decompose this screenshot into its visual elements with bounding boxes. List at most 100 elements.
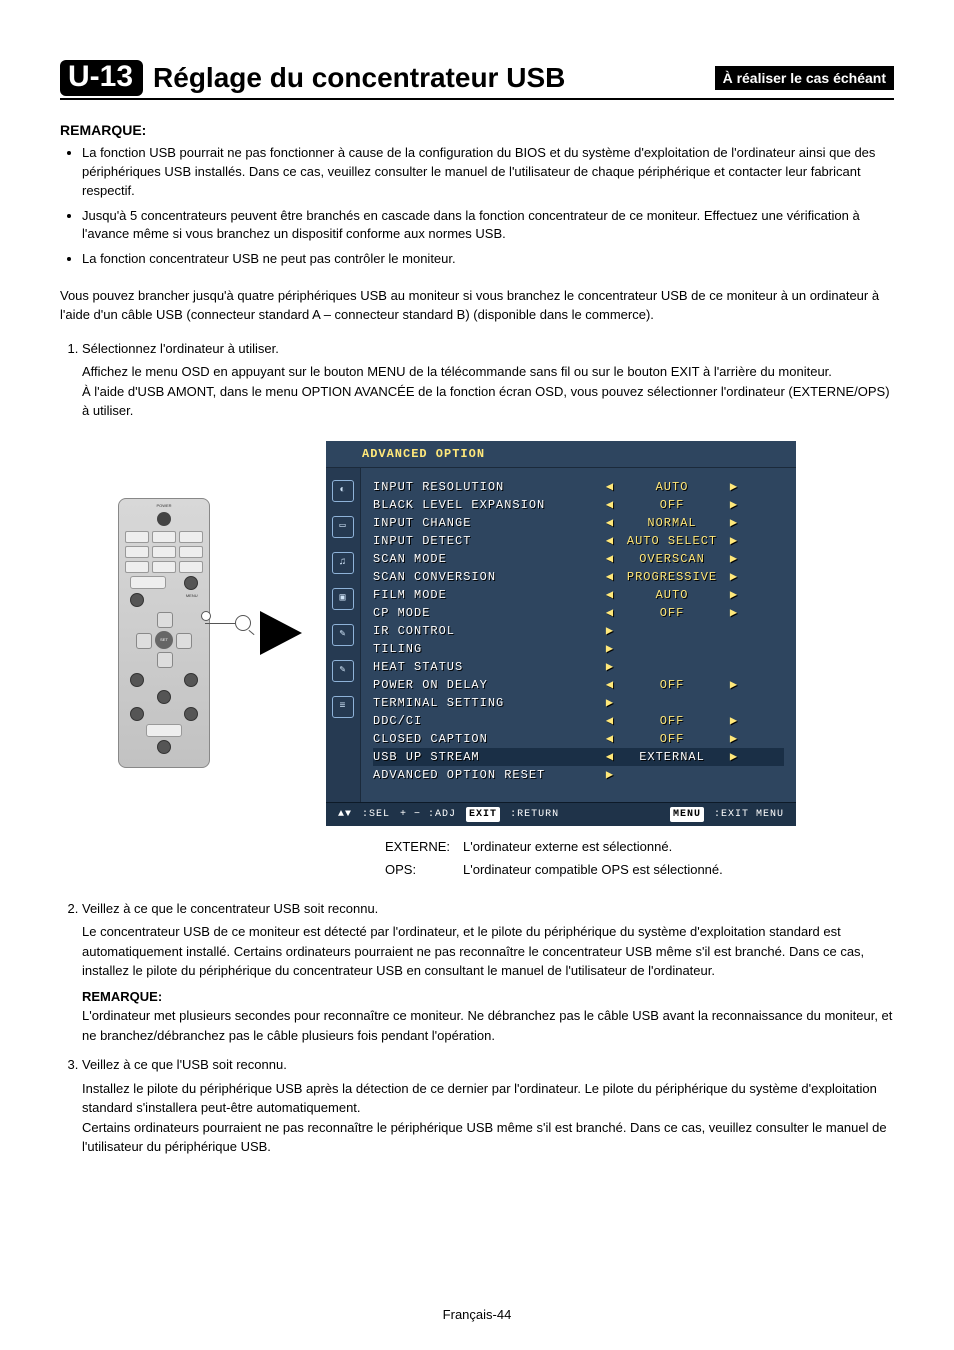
remarque-list: La fonction USB pourrait ne pas fonction… [82, 144, 894, 269]
osd-row: INPUT DETECT◀AUTO SELECT▶ [373, 532, 784, 550]
legend-ops-val: L'ordinateur compatible OPS est sélectio… [462, 859, 724, 881]
remote-btn [152, 561, 176, 573]
step-2-p1: Le concentrateur USB de ce moniteur est … [82, 922, 894, 981]
page: U-13 Réglage du concentrateur USB À réal… [0, 0, 954, 1350]
osd-row: SCAN MODE◀OVERSCAN▶ [373, 550, 784, 568]
osd-row-value: AUTO [617, 586, 727, 604]
remote-btn [179, 546, 203, 558]
triangle-right-icon: ▶ [727, 604, 741, 622]
step-1-body: Affichez le menu OSD en appuyant sur le … [82, 362, 894, 421]
osd-row-label: TERMINAL SETTING [373, 694, 603, 712]
osd-row-value: OFF [617, 712, 727, 730]
triangle-right-icon: ▶ [727, 586, 741, 604]
osd-footer-sel: :SEL [362, 807, 390, 822]
dpad-set-button: SET [155, 631, 173, 649]
osd-footer-menu-box: MENU [670, 807, 704, 822]
osd-row: USB UP STREAM◀EXTERNAL▶ [373, 748, 784, 766]
triangle-left-icon: ◀ [603, 532, 617, 550]
osd-row: POWER ON DELAY◀OFF▶ [373, 676, 784, 694]
figure-row: POWER MENU [118, 441, 894, 826]
osd-row-value: OFF [617, 676, 727, 694]
osd-row-value: OFF [617, 730, 727, 748]
osd-row: INPUT RESOLUTION◀AUTO▶ [373, 478, 784, 496]
remote-btn [152, 531, 176, 543]
osd-body: ◐ ▭ ♫ ▣ ✎ ✎ ≡ INPUT RESOLUTION◀AUTO▶BLAC… [326, 468, 796, 802]
osd-row-label: TILING [373, 640, 603, 658]
osd-title: ADVANCED OPTION [326, 441, 796, 468]
osd-sel-icon: ▲▼ [338, 807, 352, 822]
triangle-left-icon: ◀ [603, 604, 617, 622]
triangle-right-icon: ▶ [727, 730, 741, 748]
dpad-up-icon [157, 612, 173, 628]
osd-row-value: PROGRESSIVE [617, 568, 727, 586]
remote-btn [125, 561, 149, 573]
remote-btn [179, 561, 203, 573]
osd-row: ADVANCED OPTION RESET▶ [373, 766, 784, 784]
dpad-down-icon [157, 652, 173, 668]
osd-row: HEAT STATUS▶ [373, 658, 784, 676]
osd-row-label: USB UP STREAM [373, 748, 603, 766]
section-badge: À réaliser le cas échéant [715, 66, 894, 90]
triangle-left-icon: ◀ [603, 712, 617, 730]
section-header: U-13 Réglage du concentrateur USB À réal… [60, 60, 894, 100]
osd-row-label: HEAT STATUS [373, 658, 603, 676]
triangle-right-icon: ▶ [603, 640, 617, 658]
step-2-note: L'ordinateur met plusieurs secondes pour… [82, 1006, 894, 1045]
osd-row-value: OVERSCAN [617, 550, 727, 568]
remote-menu-label: MENU [186, 593, 198, 607]
osd-row: SCAN CONVERSION◀PROGRESSIVE▶ [373, 568, 784, 586]
triangle-right-icon: ▶ [603, 658, 617, 676]
osd-row: DDC/CI◀OFF▶ [373, 712, 784, 730]
osd-row-value: AUTO [617, 478, 727, 496]
osd-row-label: CP MODE [373, 604, 603, 622]
menu-callout [205, 615, 251, 631]
remarque-item: La fonction USB pourrait ne pas fonction… [82, 144, 894, 201]
remote-round-btn [184, 707, 198, 721]
osd-nav-icon: ▭ [332, 516, 354, 538]
triangle-left-icon: ◀ [603, 514, 617, 532]
osd-row-label: IR CONTROL [373, 622, 603, 640]
triangle-right-icon: ▶ [603, 694, 617, 712]
remote-round-btn [157, 690, 171, 704]
dpad-left-icon [136, 633, 152, 649]
legend-ops-key: OPS: [384, 859, 460, 881]
page-footer: Français-44 [0, 1307, 954, 1322]
osd-row-label: SCAN CONVERSION [373, 568, 603, 586]
step-2-note-label: REMARQUE: [82, 987, 894, 1007]
osd-nav-icon: ≡ [332, 696, 354, 718]
step-2-title: Veillez à ce que le concentrateur USB so… [82, 901, 378, 916]
triangle-left-icon: ◀ [603, 586, 617, 604]
osd-footer-return: :RETURN [510, 807, 559, 822]
triangle-left-icon: ◀ [603, 478, 617, 496]
osd-nav-icon: ▣ [332, 588, 354, 610]
osd-row: INPUT CHANGE◀NORMAL▶ [373, 514, 784, 532]
triangle-right-icon: ▶ [727, 478, 741, 496]
osd-row-value: AUTO SELECT [617, 532, 727, 550]
osd-row-label: ADVANCED OPTION RESET [373, 766, 603, 784]
step-1-title: Sélectionnez l'ordinateur à utiliser. [82, 341, 279, 356]
osd-row: CLOSED CAPTION◀OFF▶ [373, 730, 784, 748]
triangle-right-icon: ▶ [727, 496, 741, 514]
section-tag: U-13 [60, 60, 143, 96]
osd-footer-exit-box: EXIT [466, 807, 500, 822]
osd-nav-icon: ◐ [332, 480, 354, 502]
magnifier-icon [235, 615, 251, 631]
osd-row-label: INPUT CHANGE [373, 514, 603, 532]
step-1-p2: À l'aide d'USB AMONT, dans le menu OPTIO… [82, 382, 894, 421]
osd-footer-adj: + − :ADJ [400, 807, 456, 822]
legend-externe-val: L'ordinateur externe est sélectionné. [462, 836, 724, 858]
osd-row-value: OFF [617, 496, 727, 514]
remote-btn-wide [130, 576, 166, 589]
osd-footer: ▲▼:SEL + − :ADJ EXIT:RETURN MENU:EXIT ME… [326, 802, 796, 826]
step-3-p2: Certains ordinateurs pourraient ne pas r… [82, 1118, 894, 1157]
osd-row-label: CLOSED CAPTION [373, 730, 603, 748]
step-3-p1: Installez le pilote du périphérique USB … [82, 1079, 894, 1118]
legend-externe-key: EXTERNE: [384, 836, 460, 858]
step-3-title: Veillez à ce que l'USB soit reconnu. [82, 1057, 287, 1072]
osd-row: CP MODE◀OFF▶ [373, 604, 784, 622]
triangle-right-icon: ▶ [727, 676, 741, 694]
step-2: Veillez à ce que le concentrateur USB so… [82, 899, 894, 1046]
osd-row: FILM MODE◀AUTO▶ [373, 586, 784, 604]
step-2-body: Le concentrateur USB de ce moniteur est … [82, 922, 894, 1045]
section-title: Réglage du concentrateur USB [153, 62, 705, 94]
